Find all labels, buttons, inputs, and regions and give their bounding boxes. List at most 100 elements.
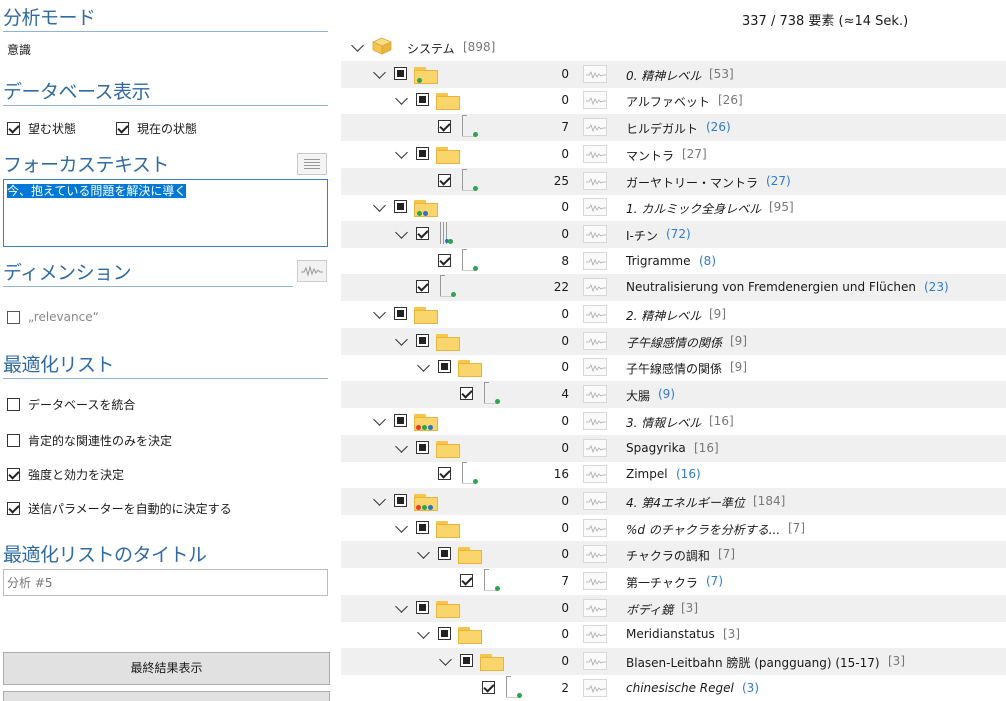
waveform-icon[interactable] <box>583 305 607 323</box>
tree-checkbox[interactable] <box>394 67 407 80</box>
tree-checkbox[interactable] <box>438 254 451 267</box>
tree-row[interactable]: 0 アルファベット [26] <box>341 87 1006 114</box>
checkbox[interactable] <box>7 433 20 447</box>
opt-check-merge-db[interactable]: データベースを統合 <box>7 395 135 413</box>
waveform-icon[interactable] <box>583 599 607 617</box>
tree-checkbox[interactable] <box>416 441 429 454</box>
waveform-icon[interactable] <box>583 278 607 296</box>
waveform-icon[interactable] <box>583 625 607 643</box>
waveform-icon[interactable] <box>297 260 327 282</box>
checkbox[interactable] <box>7 397 20 411</box>
checkbox[interactable] <box>7 501 20 515</box>
chevron-down-icon[interactable] <box>373 66 386 79</box>
tree-checkbox[interactable] <box>438 360 451 373</box>
waveform-icon[interactable] <box>583 439 607 457</box>
tree-checkbox[interactable] <box>416 521 429 534</box>
waveform-icon[interactable] <box>583 519 607 537</box>
waveform-icon[interactable] <box>583 545 607 563</box>
tree-checkbox[interactable] <box>438 547 451 560</box>
tree-checkbox[interactable] <box>394 414 407 427</box>
tree-checkbox[interactable] <box>394 307 407 320</box>
tree-checkbox[interactable] <box>394 494 407 507</box>
chevron-down-icon[interactable] <box>439 653 452 666</box>
chevron-down-icon[interactable] <box>395 226 408 239</box>
tree-row[interactable]: 0 I-チン (72) <box>341 221 1006 248</box>
tree-row[interactable]: 0 マントラ [27] <box>341 141 1006 168</box>
chevron-down-icon[interactable] <box>373 306 386 319</box>
tree-checkbox[interactable] <box>416 227 429 240</box>
waveform-icon[interactable] <box>583 145 607 163</box>
tree-checkbox[interactable] <box>416 147 429 160</box>
opt-check-positive-only[interactable]: 肯定的な関連性のみを決定 <box>7 431 172 449</box>
chevron-down-icon[interactable] <box>395 440 408 453</box>
chevron-down-icon[interactable] <box>417 626 430 639</box>
chevron-down-icon[interactable] <box>373 413 386 426</box>
tree-checkbox[interactable] <box>438 120 451 133</box>
tree-checkbox[interactable] <box>394 200 407 213</box>
tree-row[interactable]: 4 大腸 (9) <box>341 381 1006 408</box>
waveform-icon[interactable] <box>583 332 607 350</box>
tree-row[interactable]: 2 chinesische Regel (3) <box>341 675 1006 698</box>
waveform-icon[interactable] <box>583 172 607 190</box>
waveform-icon[interactable] <box>583 91 607 109</box>
waveform-icon[interactable] <box>583 572 607 590</box>
chevron-down-icon[interactable] <box>395 333 408 346</box>
chevron-down-icon[interactable] <box>395 520 408 533</box>
tree-row[interactable]: 0 ボディ鏡 [3] <box>341 595 1006 622</box>
tree-row[interactable]: 22 Neutralisierung von Fremdenergien und … <box>341 274 1006 301</box>
tree-checkbox[interactable] <box>482 681 495 694</box>
db-check-current[interactable]: 現在の状態 <box>116 119 197 137</box>
checkbox[interactable] <box>7 310 20 324</box>
checkbox[interactable] <box>116 121 129 135</box>
tree-row[interactable]: 0 2. 精神レベル [9] <box>341 301 1006 328</box>
tree-checkbox[interactable] <box>438 174 451 187</box>
tree-row[interactable]: 0 %d のチャクラを分析する... [7] <box>341 515 1006 542</box>
list-icon[interactable] <box>297 153 327 175</box>
waveform-icon[interactable] <box>583 252 607 270</box>
tree-row[interactable]: 8 Trigramme (8) <box>341 248 1006 275</box>
tree-view[interactable]: システム [898] 0 0. 精神レベル [53] 0 アルファベット [26] 7 ヒルデガル… <box>341 34 1006 698</box>
tree-checkbox[interactable] <box>438 627 451 640</box>
tree-checkbox[interactable] <box>416 93 429 106</box>
waveform-icon[interactable] <box>583 465 607 483</box>
chevron-down-icon[interactable] <box>417 359 430 372</box>
waveform-icon[interactable] <box>583 118 607 136</box>
tree-row[interactable]: 0 Blasen-Leitbahn 膀胱 (pangguang) (15-17) [… <box>341 648 1006 675</box>
tree-checkbox[interactable] <box>438 467 451 480</box>
tree-checkbox[interactable] <box>460 387 473 400</box>
waveform-icon[interactable] <box>583 385 607 403</box>
tree-checkbox[interactable] <box>416 334 429 347</box>
chevron-down-icon[interactable] <box>417 546 430 559</box>
waveform-icon[interactable] <box>583 358 607 376</box>
waveform-icon[interactable] <box>583 492 607 510</box>
chevron-down-icon[interactable] <box>351 39 364 52</box>
tree-checkbox[interactable] <box>460 654 473 667</box>
tree-row[interactable]: 0 Meridianstatus [3] <box>341 621 1006 648</box>
tree-row[interactable]: 0 0. 精神レベル [53] <box>341 61 1006 88</box>
analysis-mode-value[interactable]: 意識 <box>7 41 31 58</box>
waveform-icon[interactable] <box>583 412 607 430</box>
tree-row[interactable]: 0 子午線感情の関係 [9] <box>341 354 1006 381</box>
tree-row[interactable]: 0 1. カルミック全身レベル [95] <box>341 194 1006 221</box>
tree-row[interactable]: 16 Zimpel (16) <box>341 461 1006 488</box>
tree-row[interactable]: 7 ヒルデガルト (26) <box>341 114 1006 141</box>
waveform-icon[interactable] <box>583 65 607 83</box>
opt-check-auto-params[interactable]: 送信パラメーターを自動的に決定する <box>7 499 232 517</box>
tree-checkbox[interactable] <box>416 601 429 614</box>
db-check-desired[interactable]: 望む状態 <box>7 119 76 137</box>
opt-check-strength[interactable]: 強度と効力を決定 <box>7 465 124 483</box>
checkbox[interactable] <box>7 467 20 481</box>
chevron-down-icon[interactable] <box>395 600 408 613</box>
checkbox[interactable] <box>7 121 20 135</box>
focus-text-input[interactable]: 今、抱えている問題を解決に導く <box>3 179 328 247</box>
tree-row[interactable]: 0 4. 第4エネルギー準位 [184] <box>341 488 1006 515</box>
tree-row[interactable]: 0 3. 情報レベル [16] <box>341 408 1006 435</box>
waveform-icon[interactable] <box>583 198 607 216</box>
tree-row[interactable]: 0 チャクラの調和 [7] <box>341 541 1006 568</box>
tree-row[interactable]: 0 子午線感情の関係 [9] <box>341 328 1006 355</box>
waveform-icon[interactable] <box>583 679 607 697</box>
waveform-icon[interactable] <box>583 652 607 670</box>
tree-checkbox[interactable] <box>416 280 429 293</box>
tree-row[interactable]: システム [898] <box>341 34 1006 61</box>
tree-checkbox[interactable] <box>460 574 473 587</box>
